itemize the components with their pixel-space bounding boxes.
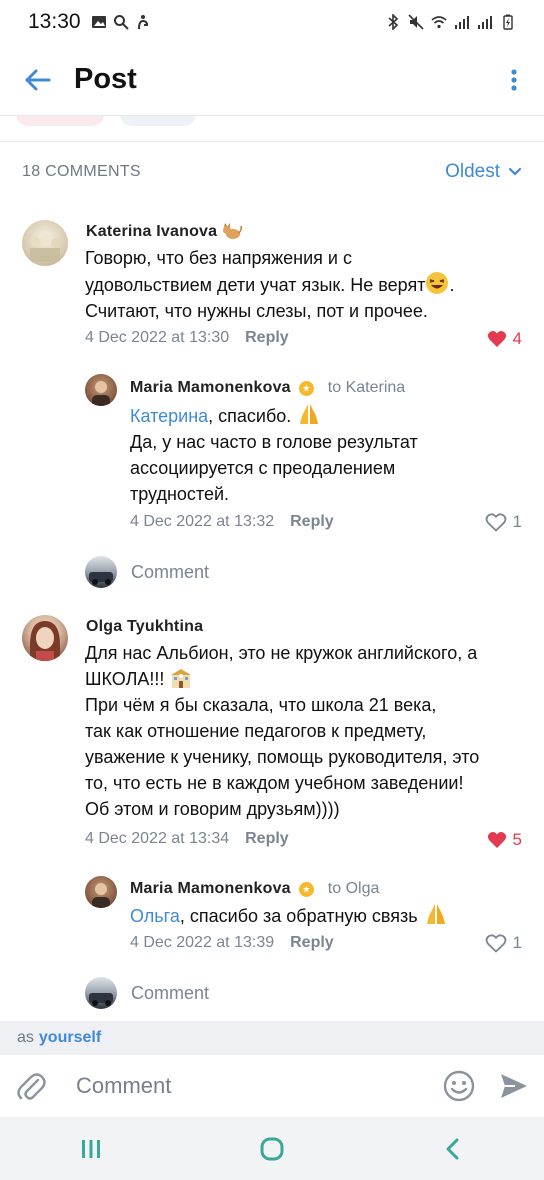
- sort-label: Oldest: [445, 161, 500, 182]
- bluetooth-icon: [388, 14, 399, 30]
- reply-button[interactable]: Reply: [245, 830, 289, 848]
- recent-apps-icon: [81, 1139, 100, 1158]
- home-button[interactable]: [232, 1124, 312, 1174]
- comments-header: 18 COMMENTS Oldest: [22, 160, 522, 184]
- like-count: 1: [512, 512, 522, 531]
- like-count: 1: [512, 933, 522, 952]
- folded-hands-emoji-icon: [300, 404, 319, 424]
- divider: [0, 141, 544, 142]
- post-like-chip[interactable]: [16, 116, 104, 126]
- reply-to[interactable]: to Katerina: [328, 379, 405, 397]
- recent-apps-button[interactable]: [51, 1124, 131, 1174]
- my-avatar: [85, 977, 117, 1009]
- battery-icon: [503, 14, 513, 30]
- comment-reply: Maria Mamonenkova to Olga Ольга, спасибо…: [0, 868, 544, 958]
- reply-thread-comment[interactable]: Comment: [85, 977, 209, 1009]
- more-options-button[interactable]: [484, 44, 544, 116]
- mute-icon: [408, 14, 424, 30]
- comment: Katerina Ivanova Говорю, что без напряже…: [0, 210, 544, 360]
- status-time: 13:30: [28, 10, 81, 33]
- like-count: 5: [512, 830, 522, 849]
- post-as-selector[interactable]: yourself: [39, 1029, 101, 1047]
- system-back-button[interactable]: [413, 1124, 493, 1174]
- comment-prompt[interactable]: Comment: [131, 983, 209, 1004]
- reply-button[interactable]: Reply: [290, 934, 334, 952]
- accessibility-icon: [137, 15, 148, 30]
- avatar[interactable]: [22, 615, 68, 661]
- reply-button[interactable]: Reply: [245, 329, 289, 347]
- laughing-emoji-icon: [426, 272, 449, 294]
- as-label: as: [17, 1029, 34, 1046]
- gallery-icon: [91, 16, 106, 28]
- comment: Olga Tyukhtina Для нас Альбион, это не к…: [0, 605, 544, 860]
- like-button[interactable]: 1: [485, 933, 522, 953]
- comment-author[interactable]: Katerina Ivanova: [86, 223, 217, 241]
- star-badge-icon: [298, 380, 314, 396]
- like-button[interactable]: 4: [487, 329, 522, 349]
- comment-text: Для нас Альбион, это не кружок английско…: [85, 643, 480, 819]
- sort-dropdown[interactable]: Oldest: [445, 161, 522, 183]
- avatar[interactable]: [85, 876, 117, 908]
- mention-link[interactable]: Ольга: [130, 906, 180, 926]
- send-button[interactable]: [484, 1055, 544, 1117]
- school-emoji-icon: [171, 669, 192, 688]
- home-icon: [260, 1137, 284, 1160]
- comment-text: Катерина, спасибо. Да, у нас часто в гол…: [130, 402, 530, 507]
- more-vertical-icon: [511, 68, 517, 91]
- avatar[interactable]: [85, 374, 117, 406]
- arrow-back-icon: [25, 69, 51, 90]
- like-count: 4: [512, 329, 522, 348]
- cat-emoji-icon: [223, 223, 243, 239]
- comment-reply: Maria Mamonenkova to Katerina Катерина, …: [0, 366, 544, 536]
- comment-date: 4 Dec 2022 at 13:32: [130, 513, 275, 530]
- comment-date: 4 Dec 2022 at 13:30: [85, 329, 230, 346]
- chevron-down-icon: [508, 167, 522, 176]
- send-icon: [501, 1074, 527, 1098]
- heart-outline-icon: [485, 933, 506, 953]
- like-button[interactable]: 1: [485, 512, 522, 532]
- mention-link[interactable]: Катерина: [130, 406, 208, 426]
- system-nav-bar: [0, 1117, 544, 1180]
- smiley-icon: [443, 1070, 475, 1102]
- heart-filled-icon: [487, 331, 506, 347]
- comments-count: 18 COMMENTS: [22, 163, 141, 180]
- page-title: Post: [74, 63, 137, 95]
- avatar[interactable]: [22, 220, 68, 266]
- like-button[interactable]: 5: [487, 830, 522, 850]
- comment-prompt[interactable]: Comment: [131, 562, 209, 583]
- star-badge-icon: [298, 881, 314, 897]
- comment-composer: [0, 1055, 544, 1117]
- emoji-button[interactable]: [434, 1055, 484, 1117]
- comment-author[interactable]: Maria Mamonenkova: [130, 379, 291, 397]
- heart-filled-icon: [487, 832, 506, 848]
- reply-thread-comment[interactable]: Comment: [85, 556, 209, 588]
- my-avatar: [85, 556, 117, 588]
- reply-to[interactable]: to Olga: [328, 880, 380, 898]
- signal-icon: [455, 16, 469, 29]
- folded-hands-emoji-icon: [426, 904, 445, 924]
- heart-outline-icon: [485, 512, 506, 532]
- comment-text: Ольга, спасибо за обратную связь: [130, 902, 530, 929]
- comment-input[interactable]: [76, 1073, 434, 1099]
- paperclip-icon: [17, 1073, 46, 1100]
- post-as-bar: as yourself: [0, 1021, 544, 1055]
- app-bar: Post: [0, 44, 544, 116]
- attach-button[interactable]: [0, 1055, 62, 1117]
- comment-text: Говорю, что без напряжения и с удовольст…: [85, 248, 455, 321]
- comment-date: 4 Dec 2022 at 13:34: [85, 830, 230, 847]
- signal-roaming-icon: [478, 16, 492, 29]
- post-share-chip[interactable]: [120, 116, 196, 126]
- wifi-icon: [431, 16, 447, 29]
- post-actions-partial: [16, 116, 416, 128]
- status-bar: 13:30: [0, 0, 544, 44]
- reply-button[interactable]: Reply: [290, 513, 334, 531]
- comment-author[interactable]: Maria Mamonenkova: [130, 880, 291, 898]
- chevron-left-icon: [446, 1138, 459, 1159]
- comment-date: 4 Dec 2022 at 13:39: [130, 934, 275, 951]
- back-button[interactable]: [0, 44, 74, 116]
- search-icon: [113, 15, 129, 30]
- comment-author[interactable]: Olga Tyukhtina: [86, 618, 203, 636]
